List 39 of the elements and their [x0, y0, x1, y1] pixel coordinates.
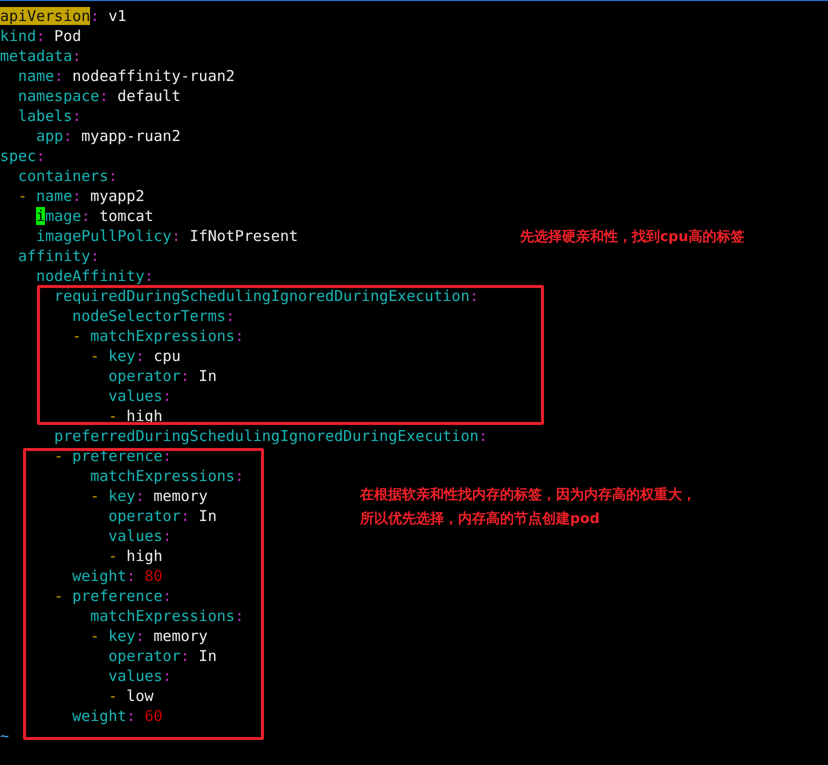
code-line: values:	[107, 526, 172, 546]
code-line: nodeSelectorTerms:	[71, 306, 235, 326]
code-line: metadata:	[0, 46, 82, 66]
code-line: values:	[107, 666, 172, 686]
code-line: labels:	[17, 106, 82, 126]
code-line: affinity:	[17, 246, 100, 266]
annotation-text: 所以优先选择，内存高的节点创建pod	[360, 510, 600, 529]
code-line: - key: cpu	[89, 346, 181, 366]
code-line: imagePullPolicy: IfNotPresent	[35, 226, 298, 246]
code-line: operator: In	[107, 506, 217, 526]
annotation-text: 在根据软亲和性找内存的标签，因为内存高的权重大，	[360, 486, 696, 505]
code-line: name: nodeaffinity-ruan2	[17, 66, 235, 86]
annotation-text: 先选择硬亲和性，找到cpu高的标签	[520, 228, 744, 247]
code-line: nodeAffinity:	[35, 266, 154, 286]
code-line: containers:	[17, 166, 118, 186]
code-line: values:	[107, 386, 172, 406]
code-line: operator: In	[107, 366, 217, 386]
code-line: preferredDuringSchedulingIgnoredDuringExecution:	[53, 426, 488, 446]
code-line: requiredDuringSchedulingIgnoredDuringExecution:	[53, 286, 479, 306]
code-line: - preference:	[53, 446, 172, 466]
code-line: - key: memory	[89, 486, 208, 506]
code-line: weight: 60	[71, 706, 163, 726]
code-line: matchExpressions:	[89, 466, 244, 486]
code-line: - name: myapp2	[17, 186, 144, 206]
code-line: - matchExpressions:	[71, 326, 244, 346]
code-line: - key: memory	[89, 626, 208, 646]
code-line: - preference:	[53, 586, 172, 606]
code-line: - high	[107, 546, 163, 566]
code-line: namespace: default	[17, 86, 181, 106]
code-line: - low	[107, 686, 154, 706]
code-line: operator: In	[107, 646, 217, 666]
code-line: apiVersion: v1	[0, 6, 126, 26]
code-line: image: tomcat	[35, 206, 154, 226]
code-line: weight: 80	[71, 566, 163, 586]
code-line: spec:	[0, 146, 46, 166]
code-line: app: myapp-ruan2	[35, 126, 181, 146]
empty-line-marker: ~	[0, 726, 10, 746]
code-line: kind: Pod	[0, 26, 82, 46]
code-line: matchExpressions:	[89, 606, 244, 626]
